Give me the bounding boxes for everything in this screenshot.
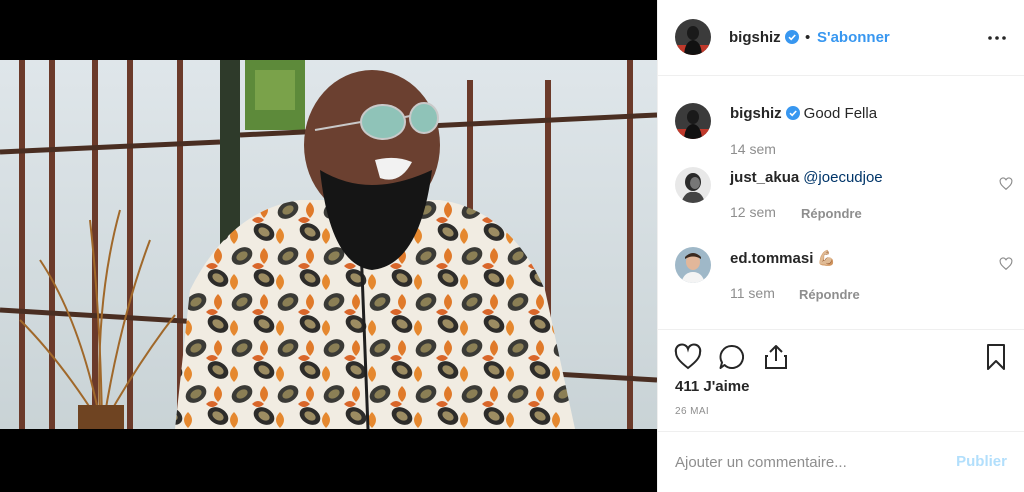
heart-icon[interactable] <box>673 342 703 372</box>
post-header: bigshiz • S'abonner <box>658 0 1024 76</box>
comment-time[interactable]: 11 sem <box>730 285 775 301</box>
more-options-icon[interactable] <box>985 26 1009 50</box>
reply-button[interactable]: Répondre <box>801 206 862 221</box>
verified-badge-icon <box>785 106 800 120</box>
follow-button[interactable]: S'abonner <box>817 29 890 46</box>
bookmark-icon[interactable] <box>981 342 1011 372</box>
instagram-post: bigshiz • S'abonner bigshiz Good Fella 14… <box>0 0 1024 492</box>
add-comment-bar: Publier <box>658 431 1024 492</box>
comment-input[interactable] <box>675 450 935 474</box>
comment-bubble-icon[interactable] <box>717 342 747 372</box>
reply-button[interactable]: Répondre <box>799 287 860 302</box>
commenter-username[interactable]: just_akua @joecudjoe <box>730 169 883 186</box>
commenter-avatar[interactable] <box>675 167 711 203</box>
author-avatar[interactable] <box>675 19 711 55</box>
commenter-avatar[interactable] <box>675 247 711 283</box>
comment-like-heart-icon[interactable] <box>999 177 1013 191</box>
comment-like-heart-icon[interactable] <box>999 257 1013 271</box>
caption-text: Good Fella <box>803 105 878 122</box>
post-actions: 411 J'aime 26 MAI <box>658 329 1024 431</box>
header-separator: • <box>805 29 811 46</box>
comment-time[interactable]: 12 sem <box>730 204 776 220</box>
post-date[interactable]: 26 MAI <box>675 406 709 417</box>
caption-username[interactable]: bigshiz Good Fella <box>730 105 877 122</box>
comment-emoji: 💪🏼 <box>817 250 837 267</box>
share-icon[interactable] <box>761 342 791 372</box>
post-photo[interactable] <box>0 60 657 429</box>
comments-list: bigshiz Good Fella 14 sem just_akua @joecu… <box>658 77 1024 328</box>
likes-count[interactable]: 411 J'aime <box>675 378 749 395</box>
post-media <box>0 0 657 492</box>
caption-author-avatar[interactable] <box>675 103 711 139</box>
comment-mention-link[interactable]: @joecudjoe <box>803 169 882 186</box>
verified-badge-icon <box>784 30 799 44</box>
post-side-panel: bigshiz • S'abonner bigshiz Good Fella 14… <box>657 0 1024 492</box>
caption-time[interactable]: 14 sem <box>730 141 776 157</box>
commenter-username[interactable]: ed.tommasi 💪🏼 <box>730 249 836 267</box>
author-username[interactable]: bigshiz <box>729 29 799 46</box>
publish-button[interactable]: Publier <box>956 453 1007 470</box>
